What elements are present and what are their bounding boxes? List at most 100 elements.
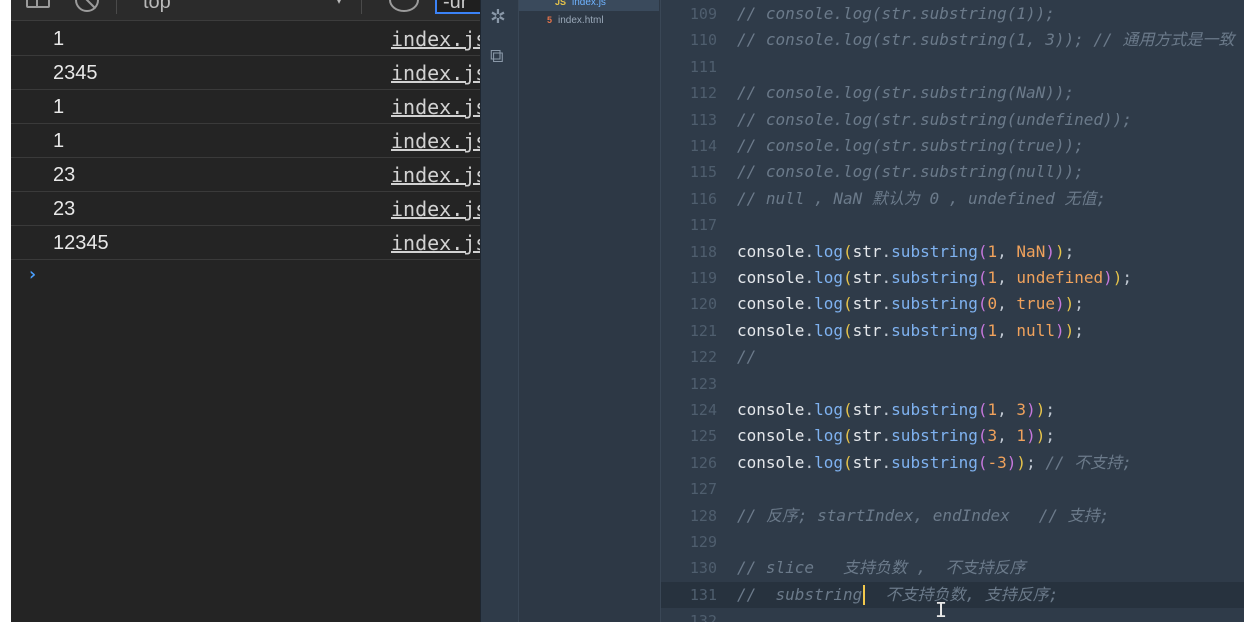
editor-caret [863, 585, 866, 606]
console-messages: 1 index.js 2345 index.js 1 index.js 1 index.js 2… [11, 22, 480, 260]
console-toolbar: top ▾ -ur [11, 0, 480, 21]
code-statement: console.log(str.substring(-3)); // 不支持; [737, 450, 1132, 476]
line-number: 114 [689, 137, 717, 155]
code-line: 117 [661, 212, 1244, 238]
vscode-window: ✲ ⧉ JS index.js 5 index.html 109 // console… [480, 0, 1244, 622]
console-output-value: 1 [53, 28, 65, 50]
sidebar-toggle-icon[interactable] [26, 0, 50, 8]
code-statement: console.log(str.substring(1, null)); [737, 318, 1084, 344]
code-token: ( [977, 400, 988, 419]
console-output-value: 1 [53, 130, 65, 152]
source-link[interactable]: index.js [391, 129, 480, 153]
filter-input-value: -ur [443, 0, 468, 13]
code-line: 126 console.log(str.substring(-3)); // 不支… [661, 450, 1244, 476]
js-file-icon: JS [555, 0, 567, 7]
code-statement: console.log(str.substring(1, undefined))… [737, 265, 1132, 291]
code-token: . [881, 241, 892, 261]
console-output-value: 12345 [53, 232, 109, 254]
code-line: 124 console.log(str.substring(1, 3)); [661, 397, 1244, 423]
code-token: ) [1006, 452, 1017, 472]
code-token: . [881, 426, 892, 446]
code-token: -3 [987, 452, 1007, 472]
code-token: true [1016, 294, 1055, 314]
code-token: ( [977, 426, 988, 446]
code-token: ; [1045, 426, 1055, 446]
activity-bar: ✲ ⧉ [481, 0, 519, 622]
code-token: . [881, 400, 892, 419]
explorer-file-index-js[interactable]: JS index.js [555, 0, 606, 9]
code-token: str [852, 452, 882, 472]
source-link[interactable]: index.js [391, 61, 480, 85]
code-token: . [804, 268, 815, 287]
console-prompt-icon[interactable]: › [27, 264, 38, 285]
code-token: ) [1035, 426, 1046, 446]
code-token: str [852, 241, 882, 261]
code-token: , [997, 241, 1017, 261]
code-token: 1 [987, 400, 998, 419]
line-number: 122 [689, 348, 717, 367]
context-selector[interactable]: top ▾ [131, 0, 351, 12]
line-number: 117 [689, 216, 717, 235]
code-token: 0 [987, 294, 998, 314]
console-message-row: 2345 index.js [11, 56, 480, 90]
explorer-file-label: index.js [572, 0, 606, 8]
extensions-icon[interactable]: ⧉ [490, 46, 504, 66]
filter-input[interactable]: -ur [435, 0, 480, 14]
code-token: ) [1026, 426, 1036, 446]
code-token: . [804, 294, 815, 314]
code-token: ) [1035, 400, 1046, 419]
code-token: 1 [987, 241, 998, 261]
toolbar-divider [116, 0, 117, 14]
code-token: console [737, 241, 805, 261]
comment-text: 不支持负数, 支持反序; [866, 584, 1059, 604]
code-token: str [852, 426, 882, 446]
source-link[interactable]: index.js [391, 197, 480, 221]
code-line: 120 console.log(str.substring(0, true)); [661, 291, 1244, 317]
code-statement: console.log(str.substring(3, 1)); [737, 423, 1055, 449]
code-token: 3 [1016, 400, 1027, 419]
code-token: ( [977, 452, 988, 472]
code-token: console [737, 320, 805, 340]
source-link[interactable]: index.js [391, 27, 480, 51]
line-number: 129 [689, 533, 717, 551]
code-token: ( [842, 452, 853, 472]
code-token: ; [1026, 452, 1036, 472]
live-expression-eye-icon[interactable] [389, 0, 419, 12]
code-token: ( [842, 294, 853, 314]
source-link[interactable]: index.js [391, 95, 480, 119]
line-number: 111 [689, 57, 717, 76]
code-comment: // console.log(str.substring(undefined))… [737, 109, 1132, 129]
code-line: 130 // slice 支持负数 , 不支持反序 [661, 555, 1244, 581]
context-label: top [143, 0, 171, 13]
code-token: ; [1045, 400, 1055, 419]
console-output-value: 2345 [53, 62, 98, 84]
code-token: substring [891, 241, 978, 261]
code-comment: // 反序; startIndex, endIndex // 支持; [737, 505, 1110, 525]
explorer-file-index-html[interactable]: 5 index.html [547, 14, 604, 27]
code-token: . [804, 452, 815, 472]
code-token: ) [1103, 268, 1113, 287]
code-token: ; [1074, 294, 1084, 314]
source-link[interactable]: index.js [391, 163, 480, 187]
code-token: ) [1054, 241, 1065, 261]
source-link[interactable]: index.js [391, 231, 480, 255]
code-token: log [814, 400, 843, 419]
code-token: substring [891, 268, 978, 287]
line-number: 118 [689, 242, 717, 261]
code-token: . [804, 241, 815, 261]
code-token: substring [891, 294, 978, 314]
code-line: 121 console.log(str.substring(1, null)); [661, 318, 1244, 344]
code-editor[interactable]: 109 // console.log(str.substring(1)); 1 1 0 /… [661, 0, 1244, 622]
console-message-row: 1 index.js [11, 124, 480, 158]
code-comment: // console.log(str.substring(true)); [737, 136, 1084, 155]
code-comment: // null , NaN 默认为 0 , undefined 无值; [737, 188, 1106, 208]
code-token: . [804, 426, 815, 446]
line-number: 121 [689, 321, 717, 340]
code-line: 129 [661, 529, 1244, 555]
debug-icon[interactable]: ✲ [490, 7, 506, 27]
code-line: 119 console.log(str.substring(1, undefine… [661, 265, 1244, 291]
code-comment: // console.log(str.substring(1)); [737, 4, 1055, 23]
code-token: log [814, 426, 843, 446]
line-number: 109 [689, 5, 717, 23]
clear-console-icon[interactable] [75, 0, 99, 12]
